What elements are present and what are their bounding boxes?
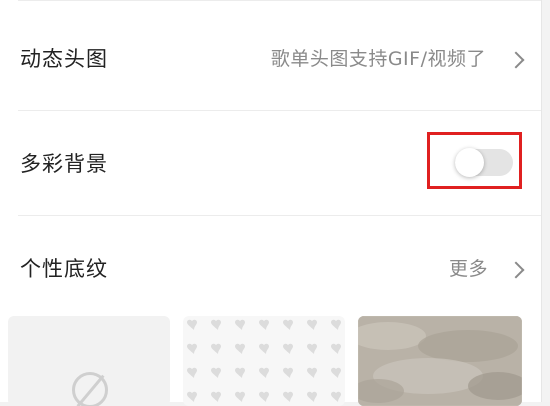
- divider-2: [18, 215, 541, 216]
- dynamic-header-value: 歌单头图支持GIF/视频了: [270, 48, 486, 70]
- chevron-right-icon: [507, 51, 525, 69]
- right-gutter: [541, 0, 550, 402]
- texture-option-hearts[interactable]: [183, 316, 345, 406]
- chevron-right-icon[interactable]: [507, 261, 525, 279]
- divider-top: [18, 0, 541, 1]
- texture-more-link[interactable]: 更多: [449, 257, 488, 281]
- texture-pattern-icon: [358, 316, 522, 406]
- ban-icon: [72, 372, 108, 406]
- texture-option-linen[interactable]: [358, 316, 522, 406]
- texture-label: 个性底纹: [20, 257, 108, 281]
- heart-pattern-icon: [183, 316, 345, 406]
- divider-1: [18, 110, 541, 111]
- colorful-background-label: 多彩背景: [20, 152, 108, 176]
- highlight-box: [427, 132, 522, 189]
- dynamic-header-label: 动态头图: [20, 47, 108, 71]
- settings-panel: 动态头图 歌单头图支持GIF/视频了 多彩背景 个性底纹 更多: [0, 0, 541, 406]
- texture-option-none[interactable]: [8, 316, 170, 406]
